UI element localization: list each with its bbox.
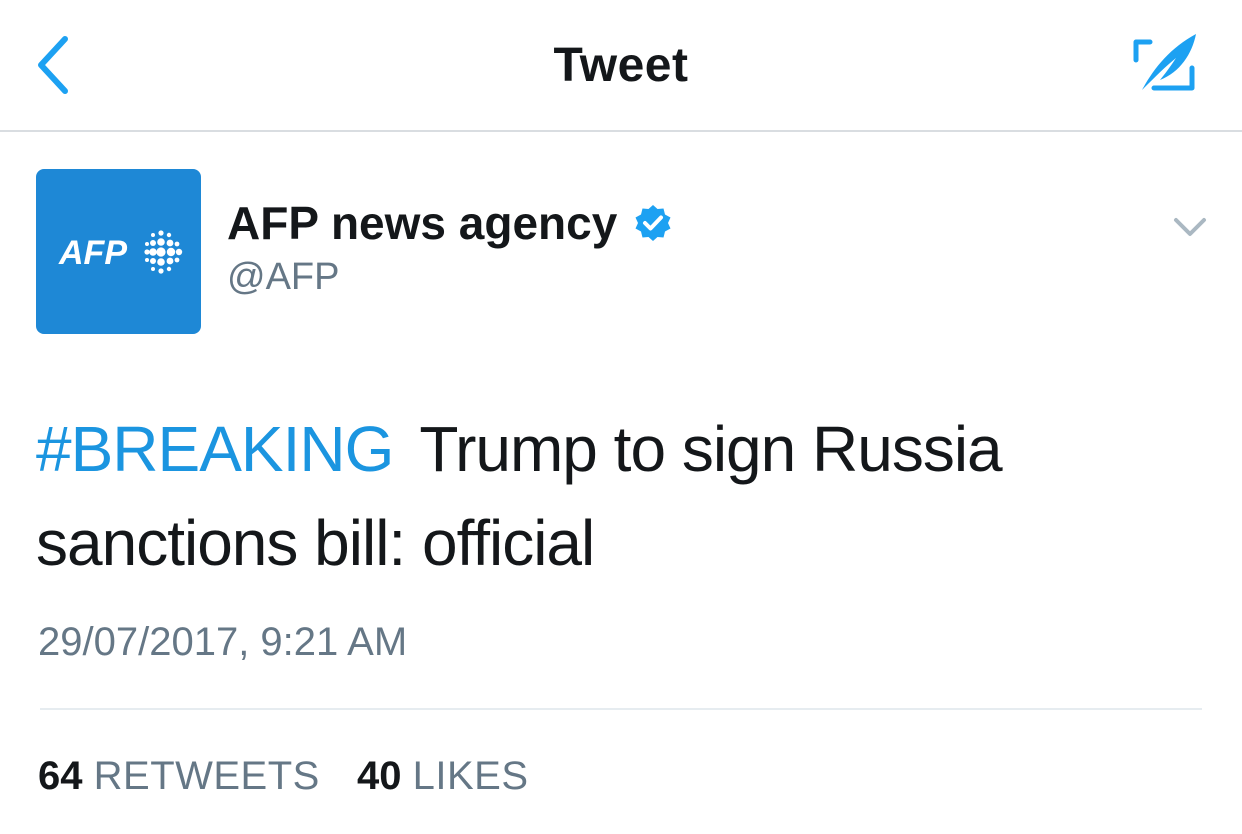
author-name-label: AFP news agency bbox=[227, 197, 618, 249]
compose-tweet-icon bbox=[1133, 34, 1196, 91]
divider bbox=[40, 708, 1202, 710]
tweet-options-button[interactable] bbox=[1170, 212, 1210, 242]
tweet-timestamp: 29/07/2017, 9:21 AM bbox=[38, 620, 408, 664]
likes-stat[interactable]: 40 LIKES bbox=[357, 754, 529, 799]
avatar[interactable]: AFP bbox=[36, 169, 201, 334]
retweets-label: RETWEETS bbox=[93, 754, 320, 798]
chevron-down-icon bbox=[1174, 218, 1206, 236]
svg-text:AFP: AFP bbox=[58, 234, 127, 272]
author-handle[interactable]: @AFP bbox=[227, 256, 339, 299]
retweets-count: 64 bbox=[38, 754, 83, 798]
compose-tweet-button[interactable] bbox=[1126, 28, 1202, 100]
nav-bar: Tweet bbox=[0, 0, 1242, 132]
page-title: Tweet bbox=[553, 39, 689, 92]
hashtag-link[interactable]: #BREAKING bbox=[36, 413, 394, 485]
likes-label: LIKES bbox=[412, 754, 529, 798]
tweet-stats: 64 RETWEETS 40 LIKES bbox=[38, 754, 555, 799]
author-name[interactable]: AFP news agency bbox=[227, 196, 673, 250]
retweets-stat[interactable]: 64 RETWEETS bbox=[38, 754, 320, 799]
verified-badge-icon bbox=[635, 205, 671, 241]
tweet-text: #BREAKING Trump to sign Russia sanctions … bbox=[36, 402, 1206, 590]
afp-logo: AFP bbox=[58, 229, 182, 274]
likes-count: 40 bbox=[356, 754, 402, 798]
